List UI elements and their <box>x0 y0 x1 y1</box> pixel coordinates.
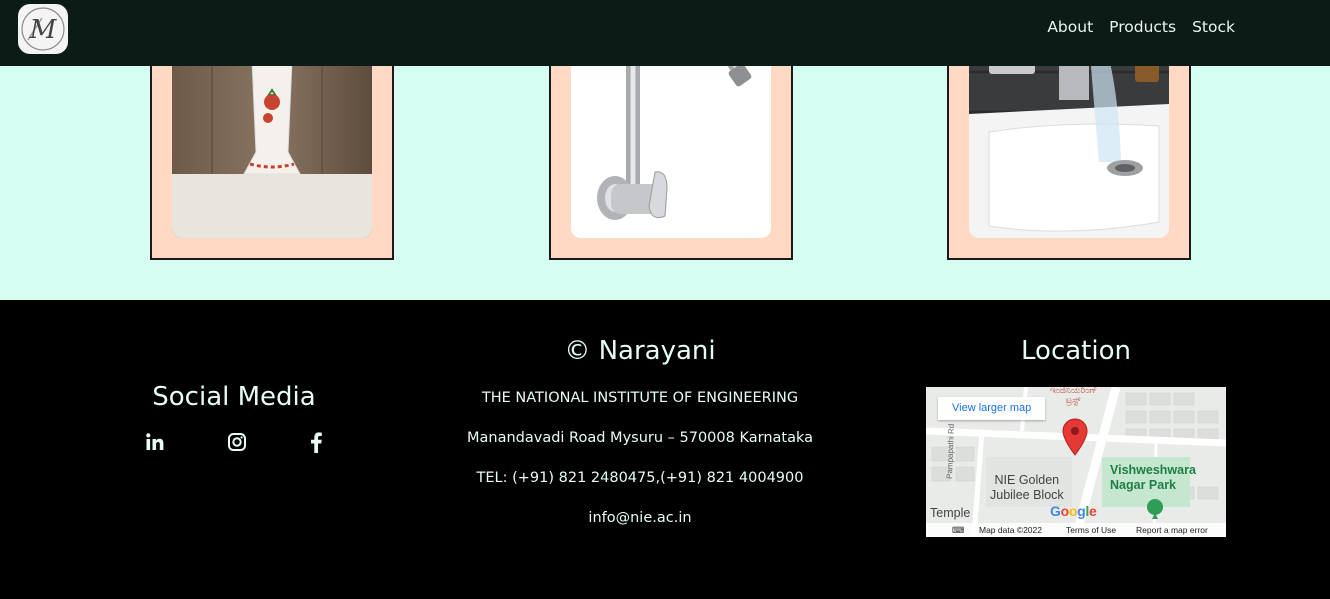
linkedin-icon[interactable] <box>144 430 166 454</box>
nav-link-about[interactable]: About <box>1047 18 1093 36</box>
logo-monogram-icon: M <box>21 7 65 51</box>
map-data-text: Map data ©2022 <box>979 525 1042 535</box>
svg-text:M: M <box>29 15 58 45</box>
address-text: Manandavadi Road Mysuru – 570008 Karnata… <box>467 430 813 446</box>
location-map[interactable]: ಇಂಜಿನಿಯರಿಂಗ್ ಟ್ರಸ್ಟ್ Pampapathi Rd View … <box>926 387 1226 537</box>
nav-link-products[interactable]: Products <box>1109 18 1176 36</box>
instagram-icon[interactable] <box>226 430 248 454</box>
terms-of-use-link[interactable]: Terms of Use <box>1066 525 1116 535</box>
email-link[interactable]: info@nie.ac.in <box>440 510 840 526</box>
map-label-temple: Temple <box>930 506 971 520</box>
brand-logo[interactable]: M <box>18 4 68 54</box>
footer: Social Media © Narayani THE NATIONAL INS… <box>0 300 1330 599</box>
keyboard-icon[interactable]: ⌨ <box>952 525 964 536</box>
svg-text:ಇಂಜಿನಿಯರಿಂಗ್: ಇಂಜಿನಿಯರಿಂಗ್ <box>1050 387 1097 396</box>
map-label-campus: NIE Golden Jubilee Block <box>990 473 1064 502</box>
facebook-icon[interactable] <box>305 430 327 454</box>
brand-copyright-heading: © Narayani <box>564 336 716 366</box>
nav-links: About Products Stock <box>1047 18 1235 36</box>
svg-text:ಟ್ರಸ್ಟ್: ಟ್ರಸ್ಟ್ <box>1066 396 1081 406</box>
google-logo: Google <box>1050 503 1097 519</box>
report-map-error-link[interactable]: Report a map error <box>1136 525 1208 535</box>
navbar: M About Products Stock <box>0 0 1330 66</box>
location-heading: Location <box>1021 336 1131 366</box>
nav-link-stock[interactable]: Stock <box>1192 18 1235 36</box>
social-media-heading: Social Media <box>152 382 316 412</box>
svg-text:Pampapathi Rd: Pampapathi Rd <box>945 424 956 479</box>
phone-text[interactable]: TEL: (+91) 821 2480475,(+91) 821 4004900 <box>440 470 840 486</box>
institute-name: THE NATIONAL INSTITUTE OF ENGINEERING <box>481 390 799 406</box>
map-attribution-bar: ⌨ Map data ©2022 Terms of Use Report a m… <box>926 523 1226 537</box>
map-label-park: Vishweshwara Nagar Park <box>1110 463 1196 492</box>
social-icons <box>144 430 334 456</box>
view-larger-map-link[interactable]: View larger map <box>938 397 1046 420</box>
